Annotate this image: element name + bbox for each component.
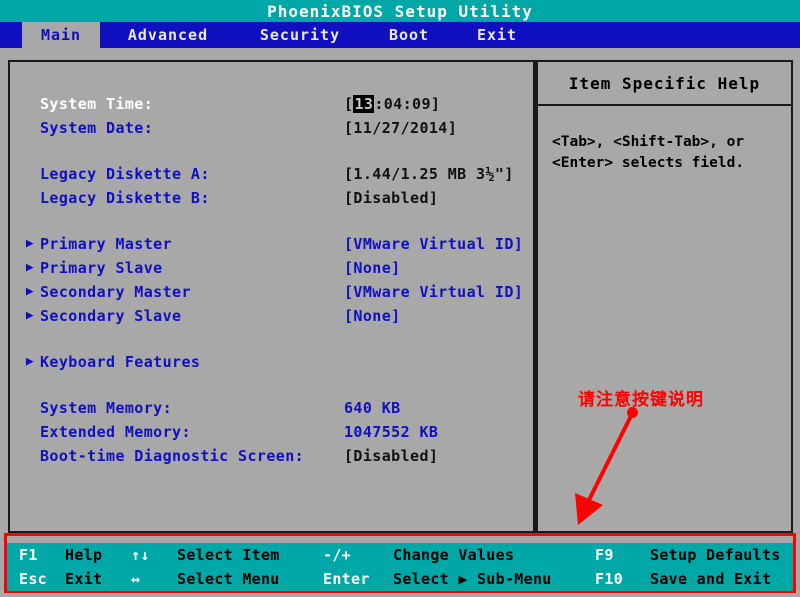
key-up-down-arrow-icon: ↑↓ (131, 546, 150, 564)
submenu-triangle-icon: ▶ (25, 260, 35, 275)
window-title-bar: PhoenixBIOS Setup Utility (0, 0, 800, 22)
submenu-triangle-icon: ▶ (25, 308, 35, 323)
row-label-system-time: System Time: (40, 95, 154, 113)
key-select-item-desc: Select Item (177, 546, 280, 564)
row-label-legacy-diskette-b: Legacy Diskette B: (40, 189, 210, 207)
system-time-rest: :04:09] (374, 95, 441, 113)
tab-exit[interactable]: Exit (468, 22, 526, 48)
row-label-legacy-diskette-a: Legacy Diskette A: (40, 165, 210, 183)
function-key-bar: F1 Help ↑↓ Select Item -/+ Change Values… (7, 543, 793, 591)
row-value-system-memory: 640 KB (344, 399, 401, 417)
row-label-secondary-master: Secondary Master (40, 283, 191, 301)
key-select-menu-desc: Select Menu (177, 570, 280, 588)
tab-security-label: Security (259, 26, 341, 44)
tab-advanced-label: Advanced (127, 26, 209, 44)
key-change-values-desc: Change Values (393, 546, 515, 564)
tab-boot[interactable]: Boot (380, 22, 438, 48)
row-system-memory: System Memory: 640 KB (10, 396, 533, 420)
row-value-primary-master: [VMware Virtual ID] (344, 235, 524, 253)
key-esc-desc: Exit (65, 570, 103, 588)
key-setup-defaults-desc: Setup Defaults (650, 546, 781, 564)
tab-main[interactable]: Main (22, 22, 100, 48)
help-panel-title: Item Specific Help (538, 62, 791, 106)
submenu-triangle-icon: ▶ (25, 284, 35, 299)
row-value-legacy-diskette-b[interactable]: [Disabled] (344, 189, 438, 207)
row-extended-memory: Extended Memory: 1047552 KB (10, 420, 533, 444)
row-value-legacy-diskette-a[interactable]: [1.44/1.25 MB 3½"] (344, 165, 514, 183)
row-label-secondary-slave: Secondary Slave (40, 307, 182, 325)
function-key-row-1: F1 Help ↑↓ Select Item -/+ Change Values… (7, 543, 793, 567)
row-value-primary-slave: [None] (344, 259, 401, 277)
key-f1[interactable]: F1 (19, 543, 38, 567)
tab-security[interactable]: Security (250, 22, 350, 48)
key-esc[interactable]: Esc (19, 567, 47, 591)
help-panel-body: <Tab>, <Shift-Tab>, or <Enter> selects f… (538, 106, 791, 174)
annotation-arrow-icon (575, 410, 635, 525)
submenu-triangle-icon: ▶ (25, 354, 35, 369)
submenu-triangle-icon: ▶ (25, 236, 35, 251)
help-text-line-1: <Tab>, <Shift-Tab>, or (552, 134, 745, 150)
settings-panel: System Time: [13:04:09] System Date: [11… (8, 60, 535, 533)
key-save-and-exit-desc: Save and Exit (650, 570, 772, 588)
row-label-boot-time-diagnostic-screen: Boot-time Diagnostic Screen: (40, 447, 305, 465)
row-value-secondary-master: [VMware Virtual ID] (344, 283, 524, 301)
system-time-hour-selected[interactable]: 13 (353, 95, 375, 113)
row-boot-time-diagnostic-screen[interactable]: Boot-time Diagnostic Screen: [Disabled] (10, 444, 533, 468)
row-label-primary-master: Primary Master (40, 235, 173, 253)
row-value-system-date[interactable]: [11/27/2014] (344, 119, 457, 137)
row-value-extended-memory: 1047552 KB (344, 423, 439, 441)
row-label-system-date: System Date: (40, 119, 154, 137)
row-label-system-memory: System Memory: (40, 399, 173, 417)
key-f1-desc: Help (65, 546, 103, 564)
row-system-time[interactable]: System Time: [13:04:09] (10, 92, 533, 116)
window-title: PhoenixBIOS Setup Utility (267, 1, 533, 21)
tab-advanced[interactable]: Advanced (118, 22, 218, 48)
row-system-date[interactable]: System Date: [11/27/2014] (10, 116, 533, 140)
key-f9[interactable]: F9 (595, 543, 614, 567)
row-primary-master[interactable]: ▶ Primary Master [VMware Virtual ID] (10, 232, 533, 256)
row-primary-slave[interactable]: ▶ Primary Slave [None] (10, 256, 533, 280)
tab-boot-label: Boot (388, 26, 430, 44)
row-secondary-slave[interactable]: ▶ Secondary Slave [None] (10, 304, 533, 328)
row-label-extended-memory: Extended Memory: (40, 423, 191, 441)
help-text-line-2: <Enter> selects field. (552, 155, 745, 171)
row-secondary-master[interactable]: ▶ Secondary Master [VMware Virtual ID] (10, 280, 533, 304)
key-left-right-arrow-icon: ↔ (131, 570, 141, 588)
tab-exit-label: Exit (476, 26, 518, 44)
key-minus-plus[interactable]: -/+ (323, 543, 351, 567)
row-value-system-time[interactable]: [13:04:09] (344, 95, 440, 113)
tab-main-label: Main (40, 26, 82, 44)
row-legacy-diskette-a[interactable]: Legacy Diskette A: [1.44/1.25 MB 3½"] (10, 162, 533, 186)
menu-bar: Main Advanced Security Boot Exit (0, 22, 800, 48)
row-label-primary-slave: Primary Slave (40, 259, 163, 277)
row-legacy-diskette-b[interactable]: Legacy Diskette B: [Disabled] (10, 186, 533, 210)
settings-rows: System Time: [13:04:09] System Date: [11… (10, 62, 533, 468)
key-f10[interactable]: F10 (595, 567, 623, 591)
key-enter[interactable]: Enter (323, 567, 370, 591)
row-value-secondary-slave: [None] (344, 307, 401, 325)
function-key-row-2: Esc Exit ↔ Select Menu Enter Select ▶ Su… (7, 567, 793, 591)
key-select-submenu-desc: Select ▶ Sub-Menu (393, 570, 552, 588)
row-value-boot-time-diagnostic-screen[interactable]: [Disabled] (344, 447, 438, 465)
row-keyboard-features[interactable]: ▶ Keyboard Features (10, 350, 533, 374)
bios-setup-screen: PhoenixBIOS Setup Utility Main Advanced … (0, 0, 800, 597)
row-label-keyboard-features: Keyboard Features (40, 353, 201, 371)
menu-bar-underline (0, 48, 800, 54)
